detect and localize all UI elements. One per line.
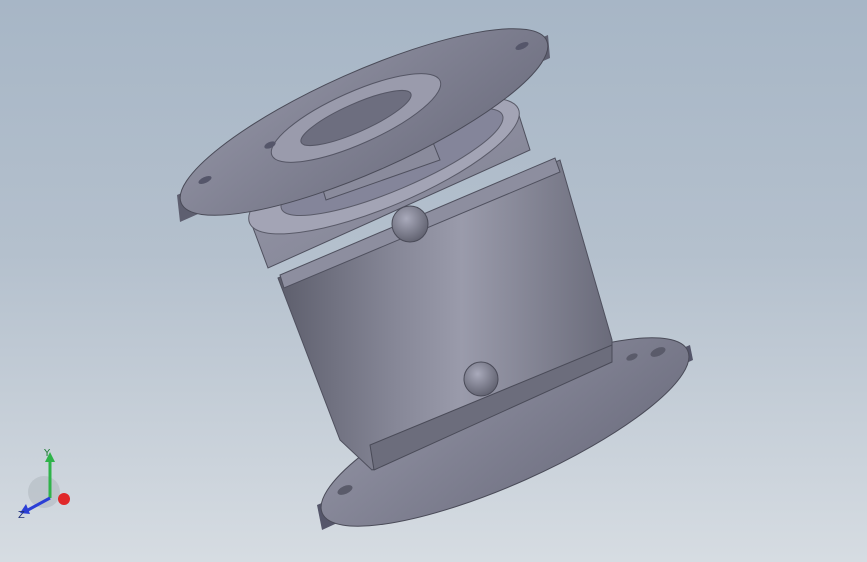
3d-model[interactable] [0, 0, 867, 562]
triad-sphere [28, 476, 60, 508]
y-axis-label: Y [43, 448, 51, 459]
upper-knob[interactable] [391, 205, 429, 243]
z-axis-label: Z [18, 510, 25, 520]
graphics-viewport[interactable]: Y Z [0, 0, 867, 562]
lower-knob[interactable] [463, 361, 499, 397]
x-axis-marker [58, 493, 70, 505]
reference-triad: Y Z [18, 448, 70, 520]
